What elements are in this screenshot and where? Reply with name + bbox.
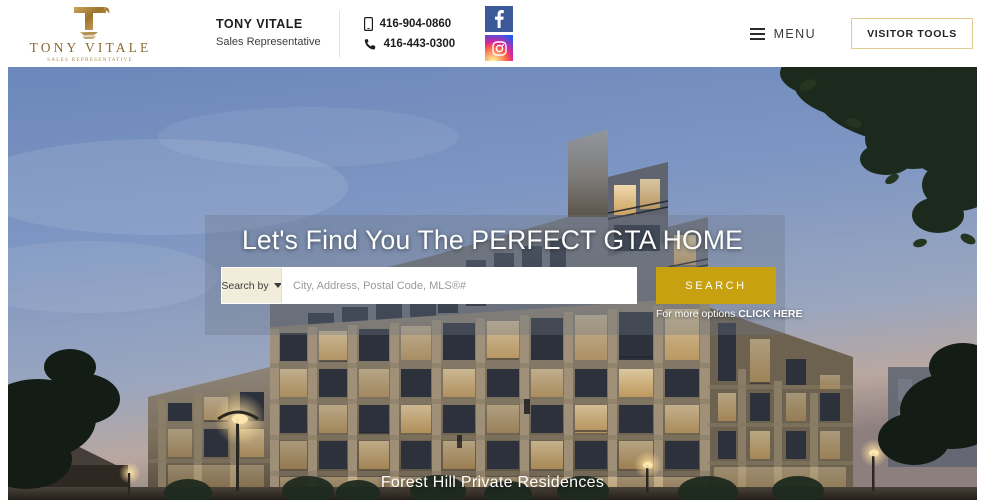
agent-role: Sales Representative <box>216 35 321 48</box>
phone-icon <box>364 38 377 51</box>
social-links <box>485 6 514 61</box>
header-nav-right: MENU VISITOR TOOLS <box>749 18 985 49</box>
menu-button[interactable]: MENU <box>749 26 816 41</box>
header-divider <box>338 10 340 57</box>
hero-caption: Forest Hill Private Residences <box>380 474 605 491</box>
header-phone-list: 416-904-0860 416-443-0300 <box>363 16 456 51</box>
more-options-prefix: For more options <box>656 308 739 320</box>
hero-search-bar: Search by <box>221 267 637 304</box>
mobile-icon <box>363 16 373 31</box>
agent-info: TONY VITALE Sales Representative <box>216 17 321 49</box>
search-by-label: Search by <box>221 279 269 292</box>
phone-mobile-number: 416-904-0860 <box>379 17 452 30</box>
hamburger-icon <box>749 27 765 40</box>
phone-office[interactable]: 416-443-0300 <box>364 38 456 51</box>
facebook-icon[interactable] <box>485 6 514 32</box>
logo-monogram-t-icon <box>14 4 164 40</box>
logo-subtitle-text: SALES REPRESENTATIVE <box>47 57 133 64</box>
site-logo[interactable]: TONY VITALE SALES REPRESENTATIVE <box>14 4 164 64</box>
phone-mobile[interactable]: 416-904-0860 <box>363 16 456 31</box>
hero-headline: Let's Find You The PERFECT GTA HOME <box>241 225 744 255</box>
more-options-text: For more options CLICK HERE <box>656 308 802 320</box>
phone-office-number: 416-443-0300 <box>383 38 456 50</box>
search-by-dropdown[interactable]: Search by <box>221 267 282 304</box>
search-button[interactable]: SEARCH <box>656 267 776 304</box>
site-header: TONY VITALE SALES REPRESENTATIVE TONY VI… <box>0 0 985 67</box>
logo-name-text: TONY VITALE <box>29 39 152 55</box>
agent-name: TONY VITALE <box>216 17 303 32</box>
hero-banner: Let's Find You The PERFECT GTA HOME Sear… <box>8 67 977 500</box>
more-options-link[interactable]: CLICK HERE <box>738 308 802 320</box>
instagram-icon[interactable] <box>485 35 514 61</box>
search-input[interactable] <box>281 267 637 304</box>
menu-label: MENU <box>773 26 816 41</box>
visitor-tools-button[interactable]: VISITOR TOOLS <box>851 18 973 49</box>
